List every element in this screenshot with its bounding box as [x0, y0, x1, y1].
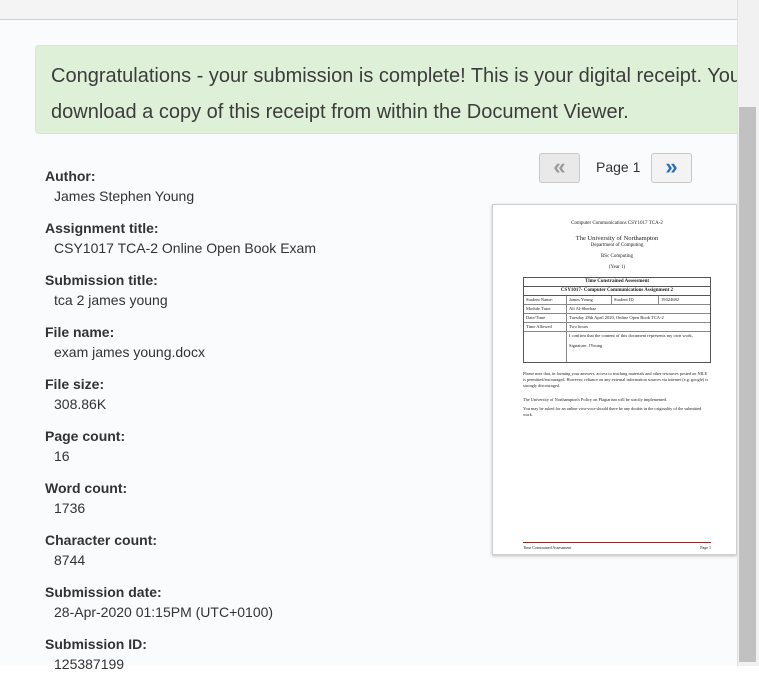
- field-label: File name:: [45, 324, 115, 340]
- table-row: Time Allowed Two hours: [524, 323, 710, 332]
- doc-note: The University of Northampton's Policy o…: [523, 397, 668, 402]
- table-cell: Time Allowed: [524, 323, 567, 331]
- table-row: Module Tutor Ali Al-Sherbaz: [524, 305, 710, 314]
- table-title: Time Constrained Assessment: [524, 278, 710, 287]
- doc-year: (Year 1): [608, 265, 626, 270]
- field-value: 28-Apr-2020 01:15PM (UTC+0100): [54, 604, 274, 620]
- doc-footer: Time Constrained Assessment Page 1: [523, 542, 711, 550]
- field-value: 125387199: [54, 656, 125, 672]
- doc-note: You may be asked for an online viva-voce…: [523, 406, 702, 417]
- doc-department: Department of Computing: [590, 243, 644, 248]
- field-value: 16: [54, 448, 70, 464]
- table-cell: Date/Time: [524, 314, 567, 322]
- field-label: Character count:: [45, 532, 158, 548]
- doc-university: The University of Northampton: [575, 235, 659, 242]
- table-cell: Student ID: [612, 296, 659, 304]
- field-label: Word count:: [45, 480, 128, 496]
- author-field: Author: James Stephen Young: [45, 167, 475, 217]
- footer-right: Page 1: [700, 545, 711, 550]
- doc-note: Please note that, in forming your answer…: [523, 371, 709, 388]
- submission-title-field: Submission title: tca 2 james young: [45, 271, 475, 321]
- submission-id-field: Submission ID: 125387199: [45, 635, 475, 685]
- field-label: Submission title:: [45, 272, 158, 288]
- page-indicator: Page 1: [596, 159, 641, 175]
- character-count-field: Character count: 8744: [45, 531, 475, 581]
- field-label: File size:: [45, 376, 105, 392]
- signature-text: Signature: JYoung: [569, 343, 603, 348]
- doc-header: Computer Communications CSY1017 TCA-2: [571, 221, 663, 226]
- confirm-text: I confirm that the content of this docum…: [569, 333, 693, 338]
- field-label: Submission ID:: [45, 636, 147, 652]
- submission-date-field: Submission date: 28-Apr-2020 01:15PM (UT…: [45, 583, 475, 633]
- word-count-field: Word count: 1736: [45, 479, 475, 529]
- field-label: Page count:: [45, 428, 126, 444]
- file-name-field: File name: exam james young.docx: [45, 323, 475, 373]
- table-cell: Ali Al-Sherbaz: [569, 306, 597, 311]
- field-value: tca 2 james young: [54, 292, 168, 308]
- table-row: I confirm that the content of this docum…: [524, 332, 710, 362]
- footer-left: Time Constrained Assessment: [523, 545, 572, 550]
- table-cell: Two hours: [569, 324, 589, 329]
- table-cell: Student Name:: [524, 296, 567, 304]
- document-preview[interactable]: Computer Communications CSY1017 TCA-2 Th…: [492, 204, 737, 555]
- submission-details: Author: James Stephen Young Assignment t…: [45, 165, 475, 685]
- table-cell: I confirm that the content of this docum…: [567, 332, 710, 362]
- previous-page-button[interactable]: «: [539, 153, 580, 183]
- success-message: Congratulations - your submission is com…: [51, 65, 737, 123]
- table-cell: [524, 332, 567, 362]
- assessment-table: Time Constrained Assessment CSY1017- Com…: [523, 277, 711, 363]
- field-label: Assignment title:: [45, 220, 159, 236]
- field-value: 8744: [54, 552, 86, 568]
- top-toolbar: [0, 0, 737, 20]
- table-row: Date/Time Tuesday 28th April 2020, Onlin…: [524, 314, 710, 323]
- table-row: Student Name: James Young Student ID 194…: [524, 296, 710, 305]
- table-cell: 19424682: [661, 297, 679, 302]
- table-subtitle: CSY1017- Computer Communications Assignm…: [524, 287, 710, 296]
- vertical-scrollbar[interactable]: [737, 0, 759, 666]
- table-cell: Module Tutor: [524, 305, 567, 313]
- file-size-field: File size: 308.86K: [45, 375, 475, 425]
- next-page-button[interactable]: »: [651, 153, 692, 183]
- field-label: Author:: [45, 168, 96, 184]
- field-label: Submission date:: [45, 584, 162, 600]
- page-count-field: Page count: 16: [45, 427, 475, 477]
- scrollbar-thumb[interactable]: [739, 107, 756, 662]
- document-page: Computer Communications CSY1017 TCA-2 Th…: [523, 220, 711, 550]
- success-alert: Congratulations - your submission is com…: [35, 45, 737, 134]
- field-value: 1736: [54, 500, 86, 516]
- field-value: James Stephen Young: [54, 188, 195, 204]
- doc-course: BSc Computing: [600, 254, 634, 259]
- table-cell: Tuesday 28th April 2020, Online Open Boo…: [569, 315, 664, 320]
- field-value: CSY1017 TCA-2 Online Open Book Exam: [54, 240, 316, 256]
- assignment-title-field: Assignment title: CSY1017 TCA-2 Online O…: [45, 219, 475, 269]
- table-cell: James Young: [567, 296, 612, 304]
- field-value: exam james young.docx: [54, 344, 205, 360]
- field-value: 308.86K: [54, 396, 107, 412]
